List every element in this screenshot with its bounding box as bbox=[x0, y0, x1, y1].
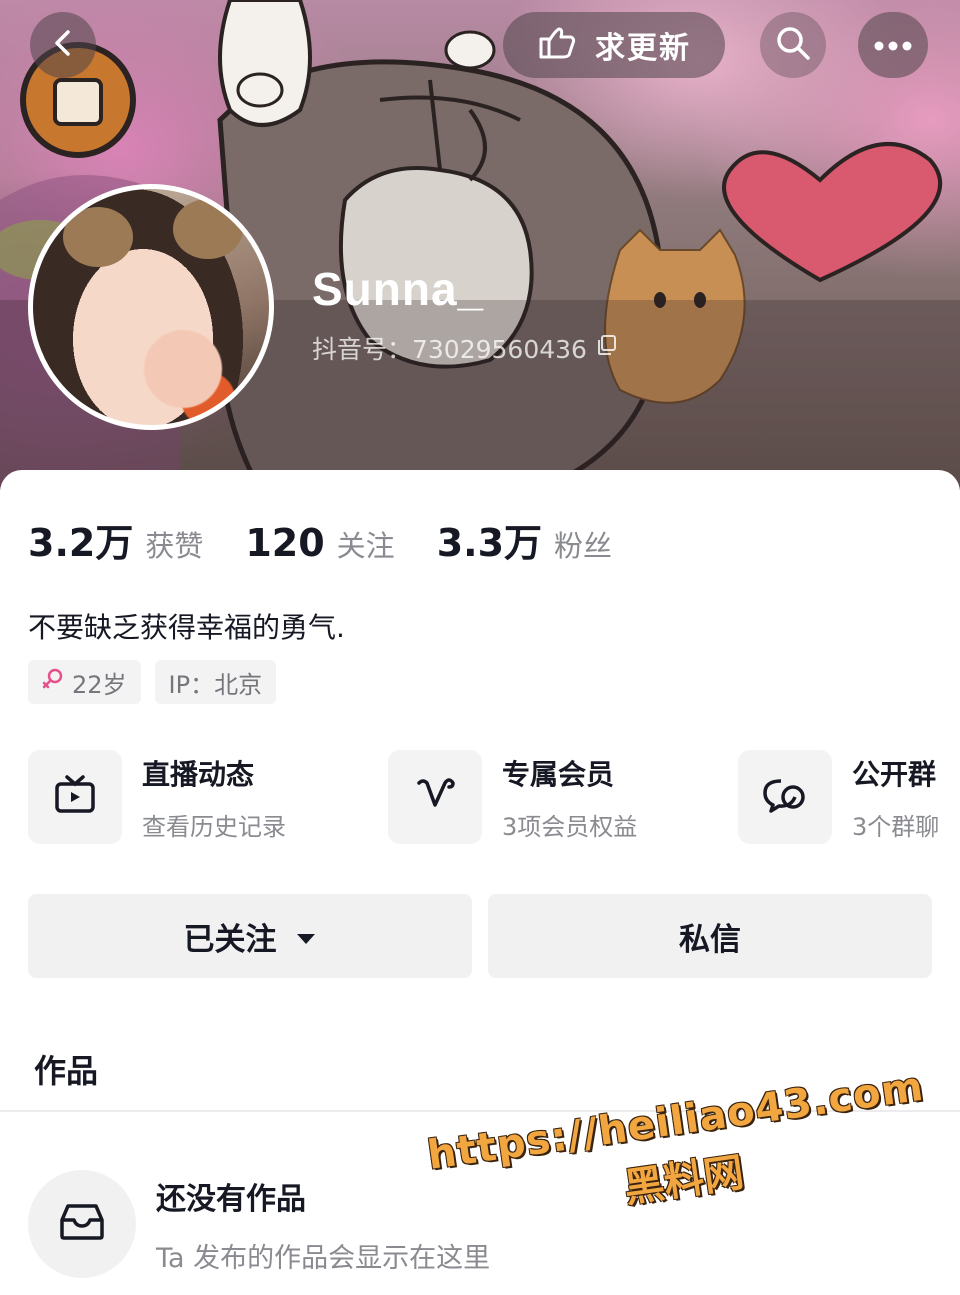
feature-membership[interactable]: 专属会员 3项会员权益 bbox=[388, 750, 637, 844]
douyin-id-text: 抖音号：73029560436 bbox=[312, 335, 587, 364]
feature-icon-box bbox=[388, 750, 482, 844]
message-label: 私信 bbox=[679, 921, 741, 958]
empty-icon-circle bbox=[28, 1170, 136, 1278]
feature-title: 公开群 bbox=[852, 757, 937, 791]
age-tag: 22岁 bbox=[28, 660, 141, 704]
request-update-button[interactable]: 求更新 bbox=[503, 12, 725, 78]
feature-row: 直播动态 查看历史记录 专属会员 3项会员权益 公开群 3个群聊 bbox=[28, 750, 960, 850]
username: Sunna_ bbox=[312, 263, 485, 315]
following-button[interactable]: 已关注 bbox=[28, 894, 472, 978]
back-button[interactable] bbox=[30, 12, 96, 78]
profile-tags: 22岁 IP：北京 bbox=[28, 660, 277, 704]
following-label: 已关注 bbox=[183, 921, 277, 958]
avatar[interactable] bbox=[28, 184, 274, 430]
hand-point-icon bbox=[537, 25, 577, 65]
ip-tag: IP：北京 bbox=[154, 660, 277, 704]
feature-icon-box bbox=[738, 750, 832, 844]
tab-works[interactable]: 作品 bbox=[34, 1046, 98, 1092]
feature-title: 专属会员 bbox=[502, 757, 615, 791]
back-icon bbox=[48, 28, 78, 62]
bio-text: 不要缺乏获得幸福的勇气. bbox=[28, 611, 345, 644]
message-button[interactable]: 私信 bbox=[488, 894, 932, 978]
action-buttons: 已关注 私信 bbox=[28, 894, 932, 978]
more-icon bbox=[873, 36, 913, 55]
search-button[interactable] bbox=[760, 12, 826, 78]
tv-icon bbox=[53, 775, 97, 819]
stat-label: 获赞 bbox=[145, 529, 204, 563]
inbox-icon bbox=[56, 1202, 108, 1246]
stat-following[interactable]: 120 关注 bbox=[245, 521, 394, 565]
search-icon bbox=[774, 24, 812, 66]
feature-subtitle: 查看历史记录 bbox=[142, 812, 286, 841]
stat-value: 3.3万 bbox=[436, 521, 543, 565]
feature-subtitle: 3个群聊 bbox=[852, 812, 940, 841]
heart-v-icon bbox=[413, 775, 457, 819]
age-label: 22岁 bbox=[72, 670, 127, 699]
stat-value: 3.2万 bbox=[28, 521, 134, 565]
more-button[interactable] bbox=[858, 12, 928, 78]
stat-value: 120 bbox=[245, 521, 325, 565]
stat-label: 粉丝 bbox=[554, 529, 613, 563]
douyin-id: 抖音号：73029560436 bbox=[312, 330, 619, 366]
copy-icon[interactable] bbox=[595, 333, 619, 363]
empty-subtitle: Ta 发布的作品会显示在这里 bbox=[156, 1242, 491, 1274]
feature-subtitle: 3项会员权益 bbox=[502, 812, 638, 841]
stat-label: 关注 bbox=[336, 529, 395, 563]
feature-public-group[interactable]: 公开群 3个群聊 bbox=[738, 750, 939, 844]
ip-label: IP：北京 bbox=[168, 670, 263, 699]
stat-followers[interactable]: 3.3万 粉丝 bbox=[437, 512, 612, 567]
feature-live-history[interactable]: 直播动态 查看历史记录 bbox=[28, 750, 286, 844]
request-update-label: 求更新 bbox=[595, 31, 691, 66]
caret-down-icon bbox=[295, 918, 317, 954]
feature-title: 直播动态 bbox=[142, 757, 255, 791]
empty-works-state: 还没有作品 Ta 发布的作品会显示在这里 bbox=[28, 1170, 490, 1278]
feature-icon-box bbox=[28, 750, 122, 844]
stats-row: 3.2万 获赞 120 关注 3.3万 粉丝 bbox=[28, 512, 654, 567]
female-icon bbox=[42, 667, 64, 697]
chat-bubbles-icon bbox=[761, 775, 809, 819]
profile-banner: 求更新 Sunna_ 抖音号：73029560436 bbox=[0, 0, 960, 490]
stat-likes[interactable]: 3.2万 获赞 bbox=[28, 512, 203, 567]
